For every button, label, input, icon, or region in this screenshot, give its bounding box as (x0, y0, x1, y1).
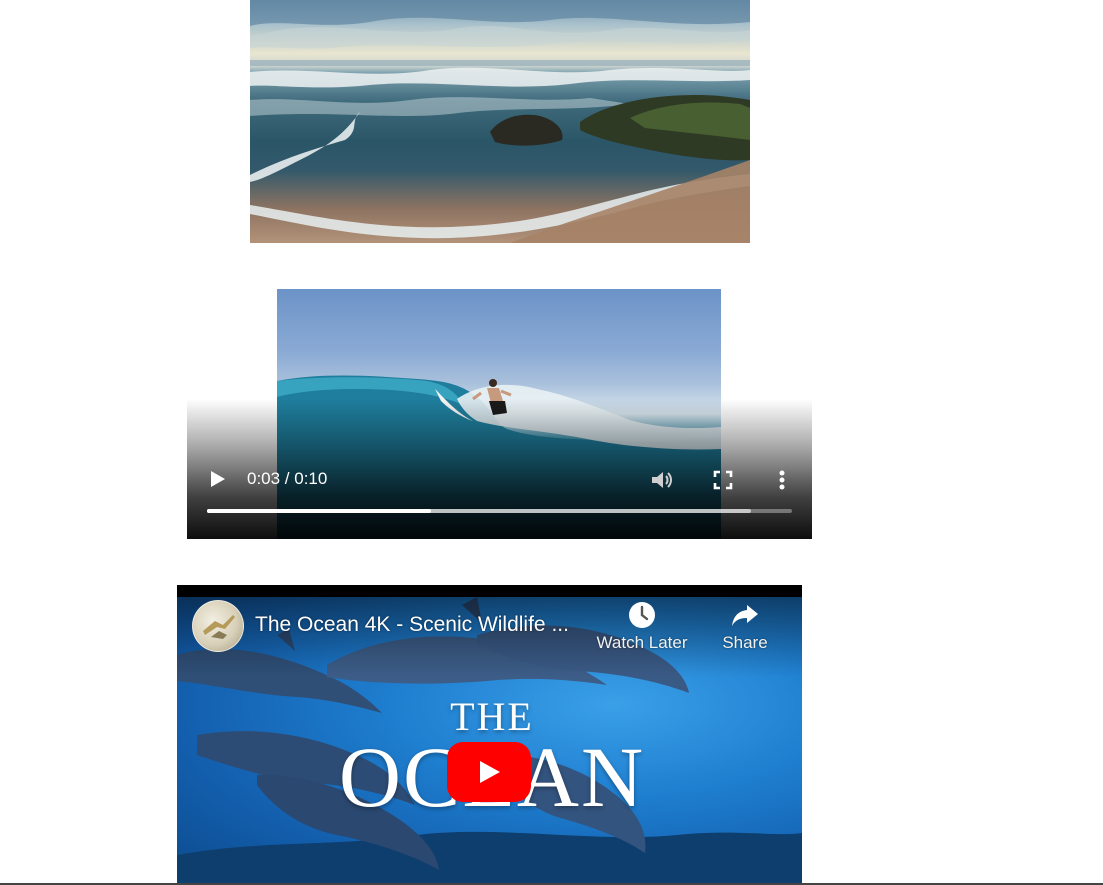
more-options-icon[interactable] (779, 470, 785, 490)
time-display: 0:03 / 0:10 (247, 469, 328, 488)
watch-later-button[interactable]: Watch Later (595, 601, 689, 653)
share-label: Share (722, 633, 768, 652)
channel-avatar-graphic (203, 615, 235, 639)
share-button[interactable]: Share (717, 601, 773, 653)
share-arrow-icon (732, 605, 758, 626)
fullscreen-icon[interactable] (713, 470, 733, 490)
beach-scene-graphic (250, 0, 750, 243)
progress-played (207, 509, 432, 513)
youtube-play-button[interactable] (447, 742, 531, 802)
beach-image (250, 0, 750, 243)
youtube-embed[interactable]: The Ocean 4K - Scenic Wildlife ... Watch… (177, 585, 802, 885)
channel-avatar[interactable] (192, 600, 244, 652)
clock-icon (629, 602, 655, 628)
video-player[interactable]: 0:03 / 0:10 (187, 289, 812, 539)
play-triangle-icon (480, 761, 500, 783)
play-icon[interactable] (211, 471, 225, 487)
progress-bar[interactable] (207, 509, 792, 513)
volume-icon[interactable] (652, 470, 674, 490)
watch-later-label: Watch Later (596, 633, 688, 652)
video-title[interactable]: The Ocean 4K - Scenic Wildlife ... (255, 613, 569, 637)
embed-top-border (177, 585, 802, 597)
embed-header-gradient (177, 597, 802, 677)
